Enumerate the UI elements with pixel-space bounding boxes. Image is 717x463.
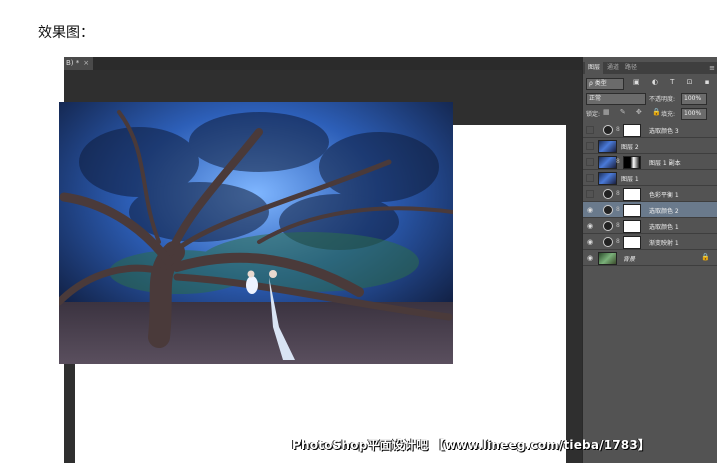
adjustment-icon (603, 237, 613, 247)
tree-photo-art (59, 102, 453, 364)
opacity-input[interactable]: 100% (681, 93, 707, 105)
layer-row[interactable]: ◉ 8 渐变映射 1 (583, 234, 717, 250)
link-icon: 8 (616, 190, 620, 197)
adjustment-icon (603, 125, 613, 135)
adjustment-icon (603, 205, 613, 215)
layer-thumbnail[interactable] (598, 140, 617, 153)
fill-input[interactable]: 100% (681, 108, 707, 120)
layer-mask-thumb[interactable] (623, 236, 641, 249)
layer-name[interactable]: 图层 1 副本 (649, 158, 681, 167)
layer-name[interactable]: 选取颜色 3 (649, 126, 679, 135)
layers-panel: 图层 通道 路径 ≡ ρ 类型 ▣ ◐ T ⊡ ▪ 正常 不透明度: 100% … (582, 57, 717, 463)
layer-name[interactable]: 色彩平衡 1 (649, 190, 679, 199)
tab-layers[interactable]: 图层 (585, 62, 604, 74)
tab-channels[interactable]: 通道 (607, 62, 619, 74)
lock-icon: 🔒 (701, 253, 710, 261)
panel-tabs: 图层 通道 路径 ≡ (583, 62, 717, 74)
blend-mode-select[interactable]: 正常 (586, 93, 646, 105)
link-icon: 8 (616, 222, 620, 229)
layer-row[interactable]: ◉ 8 选取颜色 1 (583, 218, 717, 234)
layer-mask-thumb[interactable] (623, 220, 641, 233)
layer-name[interactable]: 图层 2 (621, 142, 639, 151)
tree-photo (59, 102, 453, 364)
document-tab-label: B) * (66, 59, 80, 67)
layer-mask-thumb[interactable] (623, 124, 641, 137)
link-icon: 8 (616, 206, 620, 213)
layer-name[interactable]: 选取颜色 2 (649, 206, 679, 215)
lock-label: 锁定: (586, 111, 601, 118)
layer-row[interactable]: 图层 1 (583, 170, 717, 186)
visibility-toggle[interactable] (586, 174, 594, 182)
layer-row-selected[interactable]: ◉ 8 选取颜色 2 (583, 202, 717, 218)
link-icon: 8 (616, 126, 620, 133)
layer-name[interactable]: 背景 (623, 254, 635, 263)
layer-thumbnail[interactable] (598, 172, 617, 185)
layer-thumbnail[interactable] (598, 252, 617, 265)
visibility-toggle[interactable] (586, 126, 594, 134)
close-icon[interactable]: × (83, 59, 89, 67)
eye-icon[interactable]: ◉ (586, 238, 594, 246)
layer-mask-thumb[interactable] (623, 204, 641, 217)
page-title: 效果图： (38, 25, 94, 41)
eye-icon[interactable]: ◉ (586, 254, 594, 262)
layer-row[interactable]: 图层 2 (583, 138, 717, 154)
watermark: PhotoShop平面设计吧 【www.lineeg.com/tieba/178… (292, 438, 651, 452)
adjustment-icon (603, 189, 613, 199)
eye-icon[interactable]: ◉ (586, 206, 594, 214)
document-tab-bar: B) * × (64, 57, 582, 70)
layer-mask-thumb[interactable] (623, 188, 641, 201)
link-icon: 8 (616, 238, 620, 245)
layer-name[interactable]: 渐变映射 1 (649, 238, 679, 247)
panel-menu-icon[interactable]: ≡ (709, 62, 715, 74)
layer-thumbnail[interactable] (598, 156, 617, 169)
layer-row[interactable]: 8 图层 1 副本 (583, 154, 717, 170)
visibility-toggle[interactable] (586, 158, 594, 166)
visibility-toggle[interactable] (586, 142, 594, 150)
link-icon: 8 (616, 158, 620, 165)
visibility-toggle[interactable] (586, 190, 594, 198)
tab-paths[interactable]: 路径 (625, 62, 637, 74)
layer-name[interactable]: 选取颜色 1 (649, 222, 679, 231)
fill-label: 填充: (661, 111, 676, 118)
filter-type-icons[interactable]: ▣ ◐ T ⊡ ▪ (633, 78, 715, 86)
layer-row[interactable]: 8 色彩平衡 1 (583, 186, 717, 202)
lock-icons[interactable]: ▦ ✎ ✥ 🔒 (603, 108, 665, 116)
eye-icon[interactable]: ◉ (586, 222, 594, 230)
layer-mask-thumb[interactable] (623, 156, 641, 169)
document-tab[interactable]: B) * × (64, 57, 94, 70)
layer-row[interactable]: ◉ 背景 🔒 (583, 250, 717, 266)
adjustment-icon (603, 221, 613, 231)
layer-name[interactable]: 图层 1 (621, 174, 639, 183)
opacity-label: 不透明度: (649, 96, 676, 103)
layer-kind-filter[interactable]: ρ 类型 (586, 78, 624, 90)
layer-row[interactable]: 8 选取颜色 3 (583, 122, 717, 138)
